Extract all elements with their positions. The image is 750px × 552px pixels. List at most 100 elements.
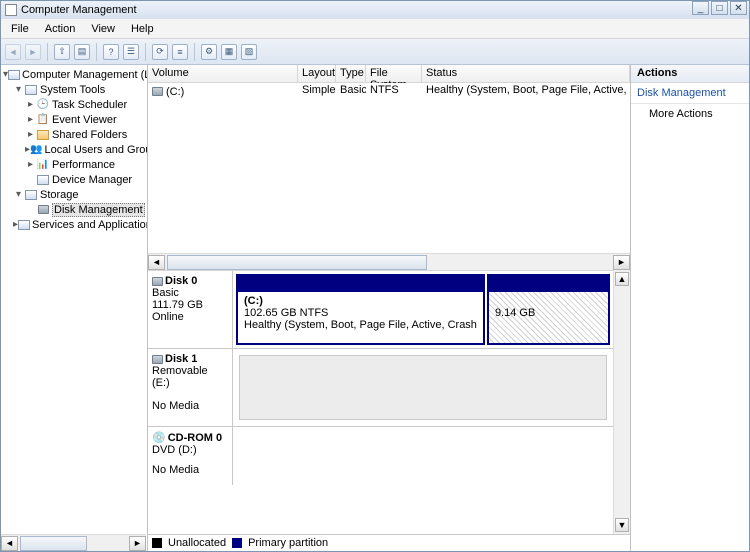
- scroll-up-icon[interactable]: ▲: [615, 272, 629, 286]
- scroll-left-icon[interactable]: ◄: [1, 536, 18, 551]
- menu-help[interactable]: Help: [123, 21, 162, 37]
- help-icon[interactable]: ?: [103, 44, 119, 60]
- disk-state: Online: [152, 311, 228, 323]
- maximize-button[interactable]: □: [711, 1, 728, 15]
- separator: [194, 43, 195, 61]
- col-volume[interactable]: Volume: [148, 65, 298, 82]
- disk-row-1[interactable]: Disk 1 Removable (E:) No Media: [148, 349, 613, 427]
- menu-action[interactable]: Action: [37, 21, 84, 37]
- close-button[interactable]: ✕: [730, 1, 747, 15]
- volume-type: Basic: [336, 84, 366, 99]
- view-bottom-icon[interactable]: ▧: [241, 44, 257, 60]
- volume-list[interactable]: (C:) Simple Basic NTFS Healthy (System, …: [148, 83, 630, 253]
- scroll-left-icon[interactable]: ◄: [148, 255, 165, 270]
- disk-icon: [152, 355, 163, 364]
- tree-device-manager[interactable]: Device Manager: [1, 172, 147, 187]
- settings-icon[interactable]: ⚙: [201, 44, 217, 60]
- volume-list-scrollbar[interactable]: ◄ ►: [148, 253, 630, 270]
- actions-group-disk-management[interactable]: Disk Management: [631, 83, 749, 104]
- volume-name: (C:): [166, 86, 184, 98]
- collapse-icon[interactable]: ▾: [13, 84, 24, 95]
- actions-more-actions[interactable]: More Actions: [631, 104, 749, 124]
- refresh-icon[interactable]: ⟳: [152, 44, 168, 60]
- legend-primary: Primary partition: [248, 537, 328, 549]
- minimize-button[interactable]: _: [692, 1, 709, 15]
- tree-shared-folders[interactable]: ▸ Shared Folders: [1, 127, 147, 142]
- show-hide-tree-icon[interactable]: ▤: [74, 44, 90, 60]
- properties-icon[interactable]: ☰: [123, 44, 139, 60]
- disk-name: CD-ROM 0: [168, 432, 222, 444]
- folder-icon: [36, 128, 50, 142]
- partition-label: (C:): [244, 295, 477, 307]
- disk-map-scrollbar[interactable]: ▲ ▼: [613, 270, 630, 534]
- scroll-thumb[interactable]: [20, 536, 87, 551]
- col-type[interactable]: Type: [336, 65, 366, 82]
- swatch-primary: [232, 538, 242, 548]
- tree-services-apps[interactable]: ▸ Services and Applications: [1, 217, 147, 232]
- list-icon[interactable]: ≡: [172, 44, 188, 60]
- col-layout[interactable]: Layout: [298, 65, 336, 82]
- disk-kind: DVD (D:): [152, 444, 228, 456]
- menu-view[interactable]: View: [83, 21, 123, 37]
- disk-row-0[interactable]: Disk 0 Basic 111.79 GB Online (C:) 102.6…: [148, 271, 613, 349]
- computer-icon: [8, 68, 20, 82]
- menu-file[interactable]: File: [3, 21, 37, 37]
- window-title: Computer Management: [21, 4, 137, 16]
- view-top-icon[interactable]: ▦: [221, 44, 237, 60]
- partition-size: 102.65 GB NTFS: [244, 307, 477, 319]
- services-icon: [18, 218, 30, 232]
- disk-size: 111.79 GB: [152, 299, 228, 311]
- disk-icon: [152, 277, 163, 286]
- event-icon: 📋: [36, 113, 50, 127]
- separator: [96, 43, 97, 61]
- volume-status: Healthy (System, Boot, Page File, Active…: [422, 84, 630, 99]
- forward-icon: ►: [25, 44, 41, 60]
- disk-nomedia: No Media: [152, 464, 228, 476]
- scroll-right-icon[interactable]: ►: [129, 536, 146, 551]
- actions-header: Actions: [631, 65, 749, 83]
- scroll-thumb[interactable]: [167, 255, 427, 270]
- tree-event-viewer[interactable]: ▸ 📋 Event Viewer: [1, 112, 147, 127]
- tree-task-scheduler[interactable]: ▸ 🕒 Task Scheduler: [1, 97, 147, 112]
- tree-storage[interactable]: ▾ Storage: [1, 187, 147, 202]
- users-icon: 👥: [30, 143, 42, 157]
- device-icon: [36, 173, 50, 187]
- up-icon[interactable]: ⇧: [54, 44, 70, 60]
- volume-list-header: Volume Layout Type File System Status: [148, 65, 630, 83]
- legend-unallocated: Unallocated: [168, 537, 226, 549]
- tree-system-tools[interactable]: ▾ System Tools: [1, 82, 147, 97]
- tools-icon: [24, 83, 38, 97]
- volume-row[interactable]: (C:) Simple Basic NTFS Healthy (System, …: [148, 83, 630, 99]
- expand-icon[interactable]: ▸: [25, 129, 36, 140]
- expand-icon[interactable]: ▸: [25, 99, 36, 110]
- separator: [145, 43, 146, 61]
- col-status[interactable]: Status: [422, 65, 630, 82]
- partition-unallocated[interactable]: 9.14 GB: [487, 274, 610, 345]
- scroll-right-icon[interactable]: ►: [613, 255, 630, 270]
- collapse-icon[interactable]: ▾: [13, 189, 24, 200]
- tree-performance[interactable]: ▸ 📊 Performance: [1, 157, 147, 172]
- swatch-unallocated: [152, 538, 162, 548]
- app-icon: [5, 4, 17, 16]
- disk-row-cdrom[interactable]: 💿CD-ROM 0 DVD (D:) No Media: [148, 427, 613, 485]
- navigation-tree[interactable]: ▾ Computer Management (Local ▾ System To…: [1, 65, 148, 551]
- expand-icon[interactable]: ▸: [25, 159, 36, 170]
- disk-name: Disk 0: [165, 275, 197, 287]
- disk-map: Disk 0 Basic 111.79 GB Online (C:) 102.6…: [148, 270, 630, 534]
- volume-fs: NTFS: [366, 84, 422, 99]
- no-media-area: [239, 355, 607, 420]
- tree-scrollbar[interactable]: ◄ ►: [1, 534, 146, 551]
- tree-root[interactable]: ▾ Computer Management (Local: [1, 67, 147, 82]
- tree-local-users[interactable]: ▸ 👥 Local Users and Groups: [1, 142, 147, 157]
- disk-kind: Basic: [152, 287, 228, 299]
- partition-header: [238, 276, 483, 292]
- partition-c[interactable]: (C:) 102.65 GB NTFS Healthy (System, Boo…: [236, 274, 485, 345]
- scroll-down-icon[interactable]: ▼: [615, 518, 629, 532]
- col-filesystem[interactable]: File System: [366, 65, 422, 82]
- disk-info: Disk 1 Removable (E:) No Media: [148, 349, 233, 426]
- tree-disk-management[interactable]: Disk Management: [1, 202, 147, 217]
- disk-name: Disk 1: [165, 353, 197, 365]
- performance-icon: 📊: [36, 158, 50, 172]
- expand-icon[interactable]: ▸: [25, 114, 36, 125]
- cdrom-icon: 💿: [152, 431, 166, 444]
